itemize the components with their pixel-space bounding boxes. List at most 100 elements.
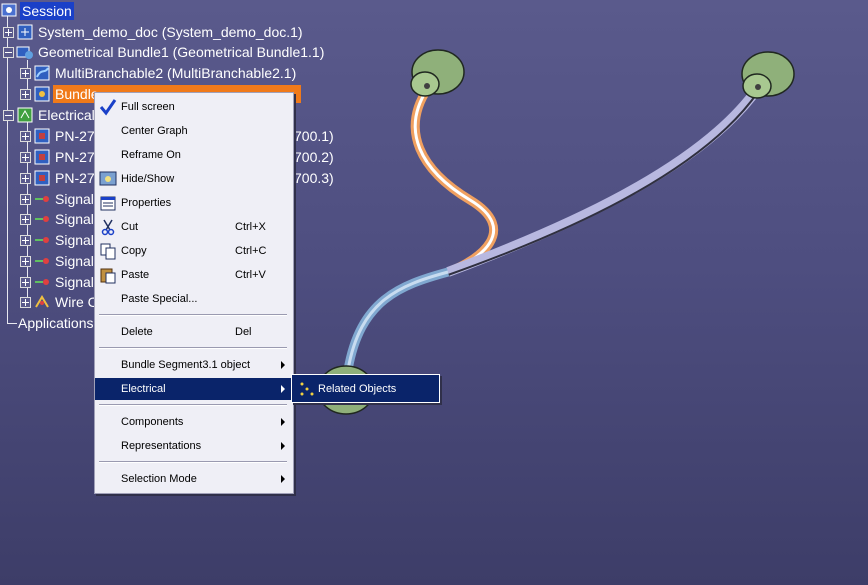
connector-left[interactable]: [410, 49, 465, 97]
menu-shortcut: Ctrl+X: [235, 221, 266, 233]
collapse-icon[interactable]: [3, 109, 14, 121]
tree-label: Signal: [55, 232, 94, 248]
menu-item-components[interactable]: Components: [95, 411, 291, 433]
tree-node-electrical[interactable]: Electrical: [3, 105, 97, 125]
menu-separator: [99, 461, 287, 463]
menu-item-hide-show[interactable]: Hide/Show: [95, 168, 291, 190]
expand-icon[interactable]: [20, 255, 31, 267]
tree-node-session[interactable]: Session: [0, 1, 74, 21]
tree-label-suffix: 700.3): [294, 170, 334, 186]
signal-icon: [35, 237, 49, 243]
menu-item-paste[interactable]: Paste Ctrl+V: [95, 264, 291, 286]
submenu-arrow-icon: [281, 385, 285, 393]
multibranchable-icon: [34, 65, 50, 81]
expand-icon[interactable]: [20, 151, 31, 163]
electrical-submenu: Related Objects: [291, 374, 440, 403]
tree-node-pn3[interactable]: PN-27: [20, 168, 97, 188]
tree-label: Geometrical Bundle1 (Geometrical Bundle1…: [38, 44, 325, 60]
menu-item-paste-special[interactable]: Paste Special...: [95, 288, 291, 310]
tree-label: Signal: [55, 211, 94, 227]
menu-item-reframe-on[interactable]: Reframe On: [95, 144, 291, 166]
tree-node-signal-3[interactable]: Signal: [20, 230, 96, 250]
menu-item-full-screen[interactable]: Full screen: [95, 96, 291, 118]
tree-node-pn2[interactable]: PN-27: [20, 147, 97, 167]
checkmark-icon: [99, 99, 117, 116]
submenu-arrow-icon: [281, 361, 285, 369]
menu-item-bundle-segment-object[interactable]: Bundle Segment3.1 object: [95, 354, 291, 376]
menu-label: Bundle Segment3.1 object: [121, 359, 251, 371]
tree-label-suffix: 700.1): [294, 128, 334, 144]
tree-node-wire[interactable]: Wire C: [20, 292, 100, 312]
expand-icon[interactable]: [3, 26, 14, 38]
tree-label: PN-27: [55, 128, 95, 144]
expand-icon[interactable]: [20, 172, 31, 184]
document-icon: [17, 24, 33, 40]
bundle-segment-icon: [34, 86, 50, 102]
menu-item-copy[interactable]: Copy Ctrl+C: [95, 240, 291, 262]
menu-item-representations[interactable]: Representations: [95, 435, 291, 457]
tree-node-pn1[interactable]: PN-27: [20, 126, 97, 146]
menu-item-selection-mode[interactable]: Selection Mode: [95, 468, 291, 490]
tree-node-multibranchable[interactable]: MultiBranchable2 (MultiBranchable2.1): [20, 63, 298, 83]
hide-show-icon: [99, 171, 117, 186]
tree-label: Electrical: [38, 107, 95, 123]
menu-label: Properties: [121, 197, 172, 209]
expand-icon[interactable]: [20, 213, 31, 225]
menu-label: Selection Mode: [121, 473, 197, 485]
bundle-segment-orange[interactable]: [410, 85, 499, 277]
collapse-icon[interactable]: [3, 46, 14, 58]
session-icon: [1, 3, 17, 17]
connector-right[interactable]: [741, 51, 795, 99]
tree-label-session: Session: [20, 2, 74, 20]
menu-label: Center Graph: [121, 125, 188, 137]
menu-shortcut: Ctrl+C: [235, 245, 267, 257]
scissors-icon: [101, 219, 115, 236]
expand-icon[interactable]: [20, 130, 31, 142]
related-objects-icon: [300, 382, 314, 395]
bundle-segment-right[interactable]: [446, 85, 763, 277]
tree-node-signal-2[interactable]: Signal: [20, 209, 96, 229]
menu-label: Copy: [121, 245, 147, 257]
submenu-arrow-icon: [281, 442, 285, 450]
tree-node-doc[interactable]: System_demo_doc (System_demo_doc.1): [3, 22, 305, 42]
tree-node-signal-4[interactable]: Signal: [20, 251, 96, 271]
tree-node-signal-5[interactable]: Signal: [20, 272, 96, 292]
signal-icon: [35, 258, 49, 264]
menu-label: Components: [121, 416, 184, 428]
menu-item-delete[interactable]: Delete Del: [95, 321, 291, 343]
expand-icon[interactable]: [20, 234, 31, 246]
menu-label: Delete: [121, 326, 153, 338]
bundle-segment-lower[interactable]: [343, 267, 450, 371]
context-menu: Full screen Center Graph Reframe On Hide…: [94, 92, 294, 494]
menu-label: Full screen: [121, 101, 175, 113]
expand-icon[interactable]: [20, 67, 31, 79]
menu-item-cut[interactable]: Cut Ctrl+X: [95, 216, 291, 238]
menu-item-related-objects[interactable]: Related Objects: [318, 383, 396, 395]
expand-icon[interactable]: [20, 296, 31, 308]
menu-label: Reframe On: [121, 149, 181, 161]
menu-label: Electrical: [121, 383, 166, 395]
menu-label: Cut: [121, 221, 139, 233]
menu-shortcut: Ctrl+V: [235, 269, 266, 281]
tree-node-applications[interactable]: Applications: [16, 313, 96, 333]
tree-label: PN-27: [55, 149, 95, 165]
expand-icon[interactable]: [20, 276, 31, 288]
menu-label: Hide/Show: [121, 173, 175, 185]
menu-item-electrical[interactable]: Electrical: [95, 378, 291, 400]
tree-label: PN-27: [55, 170, 95, 186]
signal-icon: [35, 196, 49, 202]
menu-item-properties[interactable]: Properties: [95, 192, 291, 214]
menu-shortcut: Del: [235, 326, 252, 338]
expand-icon[interactable]: [20, 88, 31, 100]
tree-label: Signal: [55, 274, 94, 290]
menu-separator: [99, 314, 287, 316]
tree-label: Wire C: [55, 294, 98, 310]
tree-node-geometrical-bundle[interactable]: Geometrical Bundle1 (Geometrical Bundle1…: [3, 42, 326, 62]
expand-icon[interactable]: [20, 193, 31, 205]
submenu-arrow-icon: [281, 475, 285, 483]
menu-item-center-graph[interactable]: Center Graph: [95, 120, 291, 142]
submenu-arrow-icon: [281, 418, 285, 426]
tree-node-signal-1[interactable]: Signal: [20, 189, 96, 209]
tree-label: Signal: [55, 253, 94, 269]
bundle-icon: [16, 46, 33, 59]
